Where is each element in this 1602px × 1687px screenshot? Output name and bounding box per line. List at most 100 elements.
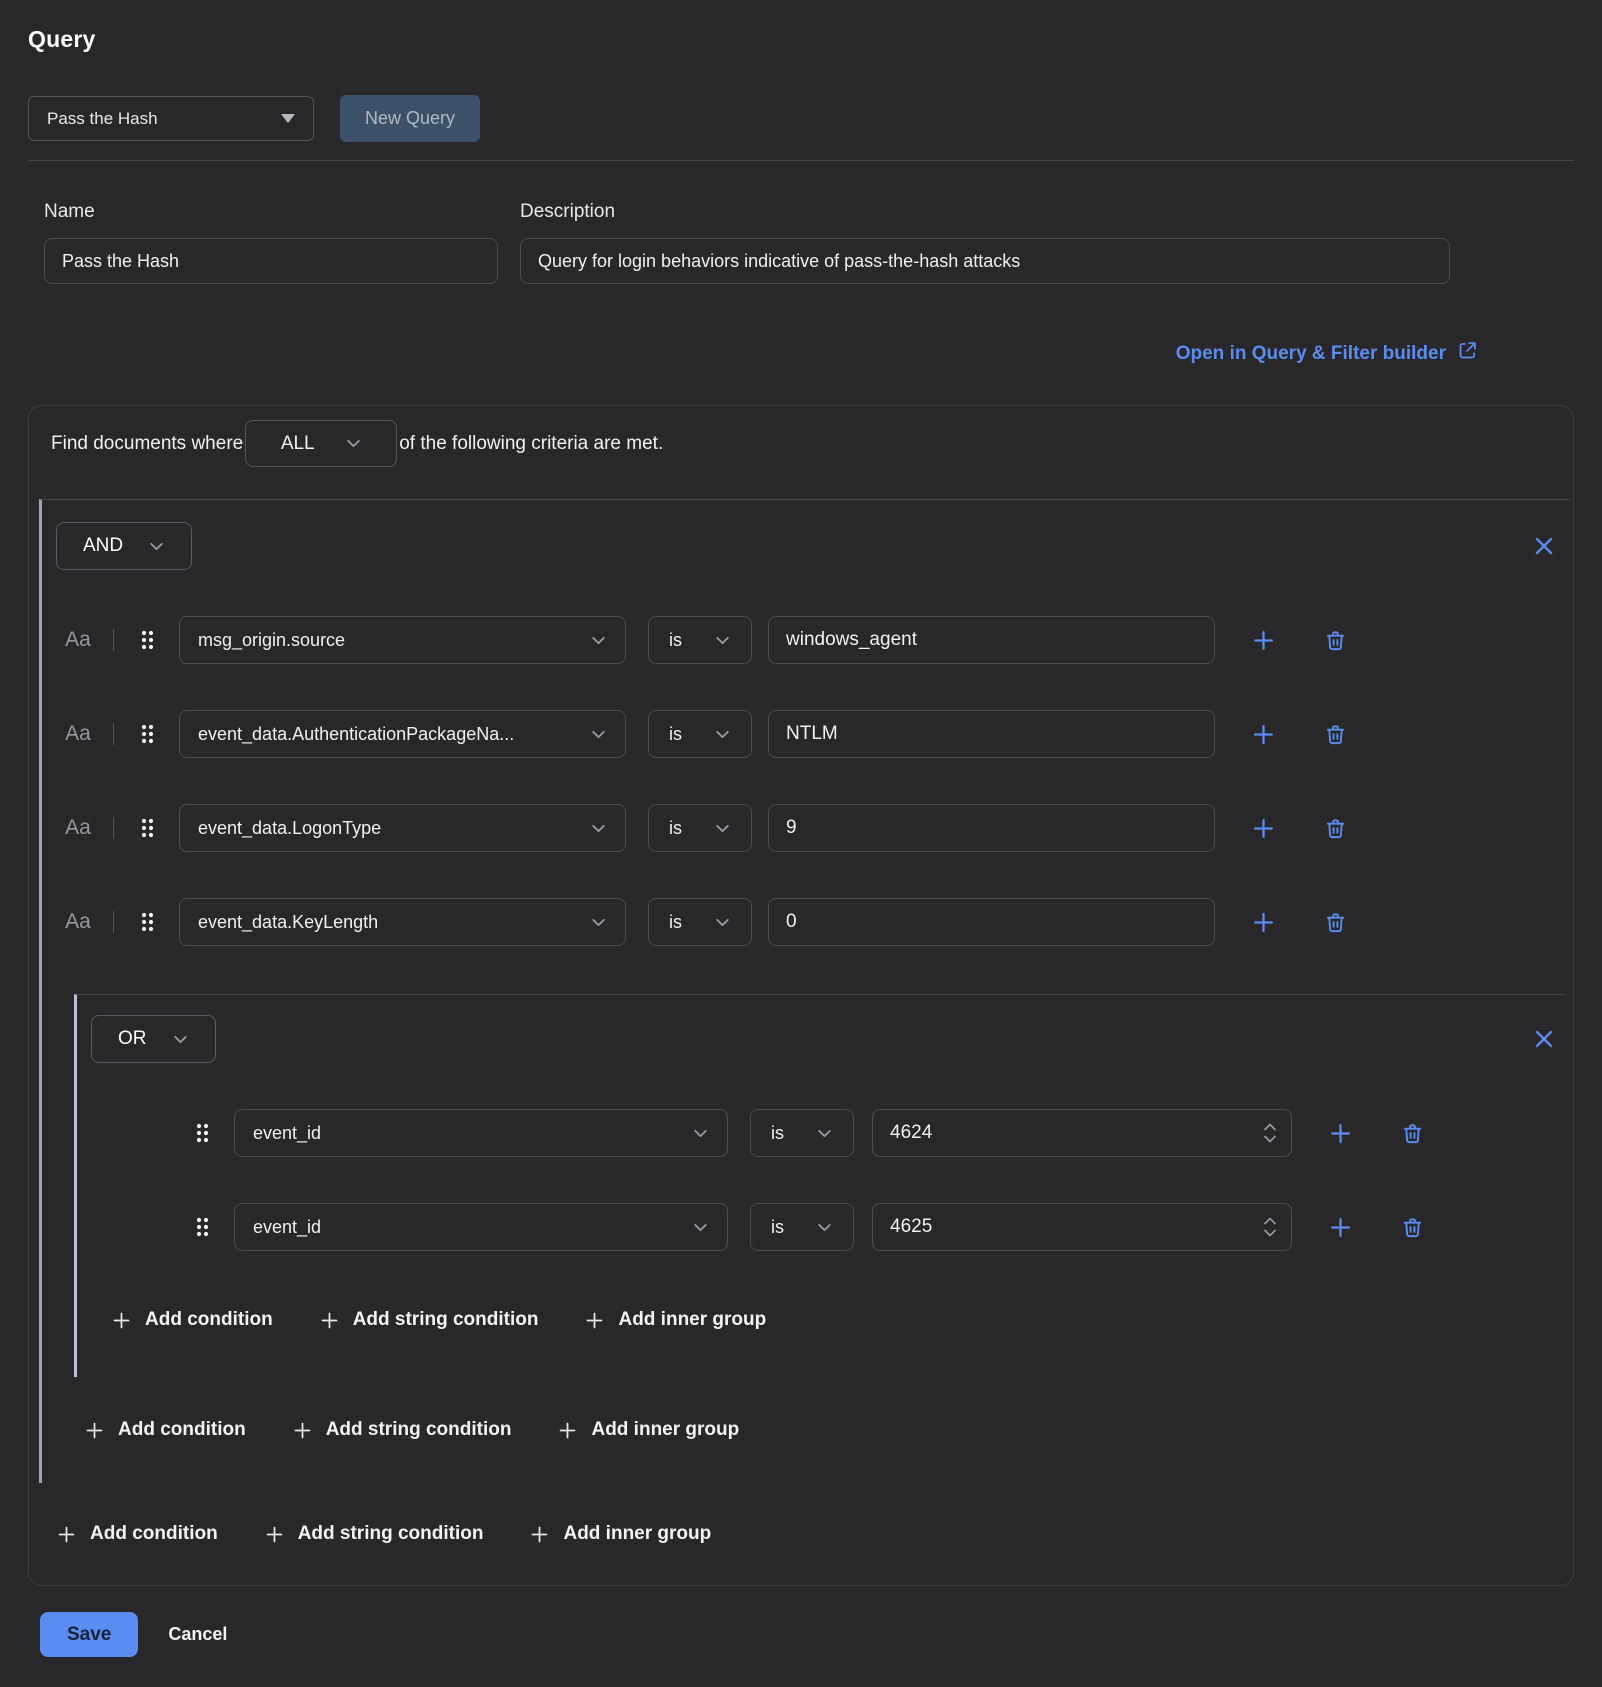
add-inner-group-link[interactable]: Add inner group <box>584 1309 766 1331</box>
row-separator <box>113 911 114 933</box>
add-inner-group-link[interactable]: Add inner group <box>529 1523 711 1545</box>
field-dropdown-value: event_id <box>253 1217 321 1238</box>
header-divider <box>28 160 1574 161</box>
criteria-builder-panel: Find documents where ALL of the followin… <box>28 405 1574 1586</box>
condition-row: event_id is <box>91 1109 1565 1157</box>
field-dropdown-value: event_data.AuthenticationPackageNa... <box>198 724 514 745</box>
value-input[interactable] <box>768 710 1215 758</box>
plus-icon <box>111 1310 132 1331</box>
operator-dropdown-value: is <box>771 1123 784 1144</box>
add-inner-group-link[interactable]: Add inner group <box>557 1419 739 1441</box>
plus-icon <box>1251 722 1276 747</box>
plus-icon <box>1251 816 1276 841</box>
external-link-icon <box>1457 340 1478 367</box>
inner-group-operator-value: OR <box>118 1028 147 1050</box>
row-separator <box>113 817 114 839</box>
field-dropdown[interactable]: event_id <box>234 1109 728 1157</box>
drag-handle[interactable] <box>140 629 155 651</box>
open-in-query-filter-builder-link[interactable]: Open in Query & Filter builder <box>1176 340 1478 367</box>
operator-dropdown[interactable]: is <box>648 804 752 852</box>
add-condition-after-button[interactable] <box>1251 628 1276 653</box>
trash-icon <box>1401 1122 1424 1145</box>
chevron-down-icon <box>816 1219 833 1236</box>
field-dropdown[interactable]: event_data.AuthenticationPackageNa... <box>179 710 626 758</box>
dropdown-triangle-icon <box>281 114 295 123</box>
description-input[interactable] <box>520 238 1450 284</box>
field-dropdown-value: event_id <box>253 1123 321 1144</box>
add-string-condition-label: Add string condition <box>298 1523 484 1545</box>
inner-group-header: OR <box>91 1015 1565 1063</box>
add-condition-after-button[interactable] <box>1251 910 1276 935</box>
string-type-icon: Aa <box>56 816 100 840</box>
delete-condition-button[interactable] <box>1324 817 1347 840</box>
add-condition-link[interactable]: Add condition <box>84 1419 246 1441</box>
chevron-down-icon <box>148 538 165 555</box>
add-string-condition-link[interactable]: Add string condition <box>319 1309 539 1331</box>
drag-handle[interactable] <box>140 911 155 933</box>
inner-group-operator-dropdown[interactable]: OR <box>91 1015 216 1063</box>
add-string-condition-link[interactable]: Add string condition <box>292 1419 512 1441</box>
drag-handle[interactable] <box>140 723 155 745</box>
find-suffix-text: of the following criteria are met. <box>399 433 663 455</box>
add-condition-after-button[interactable] <box>1251 722 1276 747</box>
match-mode-dropdown[interactable]: ALL <box>245 420 397 467</box>
number-stepper[interactable] <box>1263 1123 1277 1144</box>
add-condition-after-button[interactable] <box>1251 816 1276 841</box>
chevron-down-icon <box>590 820 607 837</box>
chevron-down-icon <box>816 1125 833 1142</box>
condition-group-outer: AND Aa msg_origin.source <box>39 499 1571 1483</box>
string-type-icon: Aa <box>56 628 100 652</box>
operator-dropdown[interactable]: is <box>648 616 752 664</box>
operator-dropdown[interactable]: is <box>648 710 752 758</box>
operator-dropdown[interactable]: is <box>750 1203 854 1251</box>
drag-handle[interactable] <box>140 817 155 839</box>
cancel-button[interactable]: Cancel <box>168 1624 227 1645</box>
add-condition-after-button[interactable] <box>1328 1121 1353 1146</box>
field-dropdown[interactable]: event_id <box>234 1203 728 1251</box>
saved-query-dropdown[interactable]: Pass the Hash <box>28 96 314 141</box>
delete-condition-button[interactable] <box>1324 629 1347 652</box>
delete-condition-button[interactable] <box>1324 911 1347 934</box>
remove-inner-group-button[interactable] <box>1533 1028 1555 1050</box>
condition-row: Aa event_data.KeyLength is <box>56 898 1565 946</box>
find-prefix-text: Find documents where <box>51 433 243 455</box>
value-input[interactable] <box>768 804 1215 852</box>
new-query-button[interactable]: New Query <box>340 95 480 142</box>
delete-condition-button[interactable] <box>1324 723 1347 746</box>
number-value-input[interactable] <box>872 1109 1292 1157</box>
delete-condition-button[interactable] <box>1401 1216 1424 1239</box>
name-input[interactable] <box>44 238 498 284</box>
field-dropdown[interactable]: event_data.LogonType <box>179 804 626 852</box>
add-string-condition-link[interactable]: Add string condition <box>264 1523 484 1545</box>
outer-group-operator-value: AND <box>83 535 123 557</box>
add-condition-link[interactable]: Add condition <box>56 1523 218 1545</box>
number-stepper[interactable] <box>1263 1217 1277 1238</box>
save-button[interactable]: Save <box>40 1612 138 1657</box>
operator-dropdown[interactable]: is <box>750 1109 854 1157</box>
add-condition-label: Add condition <box>90 1523 218 1545</box>
plus-icon <box>264 1524 285 1545</box>
trash-icon <box>1324 629 1347 652</box>
drag-handle[interactable] <box>195 1216 210 1238</box>
add-condition-label: Add condition <box>118 1419 246 1441</box>
trash-icon <box>1324 817 1347 840</box>
field-dropdown[interactable]: msg_origin.source <box>179 616 626 664</box>
value-input[interactable] <box>768 616 1215 664</box>
operator-dropdown-value: is <box>669 912 682 933</box>
field-dropdown-value: event_data.LogonType <box>198 818 381 839</box>
add-condition-after-button[interactable] <box>1328 1215 1353 1240</box>
field-dropdown[interactable]: event_data.KeyLength <box>179 898 626 946</box>
chevron-down-icon <box>590 914 607 931</box>
delete-condition-button[interactable] <box>1401 1122 1424 1145</box>
remove-outer-group-button[interactable] <box>1533 535 1555 557</box>
chevron-down-icon <box>692 1125 709 1142</box>
add-string-condition-label: Add string condition <box>326 1419 512 1441</box>
operator-dropdown[interactable]: is <box>648 898 752 946</box>
outer-group-operator-dropdown[interactable]: AND <box>56 522 192 570</box>
drag-handle[interactable] <box>195 1122 210 1144</box>
add-condition-link[interactable]: Add condition <box>111 1309 273 1331</box>
plus-icon <box>319 1310 340 1331</box>
number-value-input[interactable] <box>872 1203 1292 1251</box>
field-dropdown-value: msg_origin.source <box>198 630 345 651</box>
value-input[interactable] <box>768 898 1215 946</box>
